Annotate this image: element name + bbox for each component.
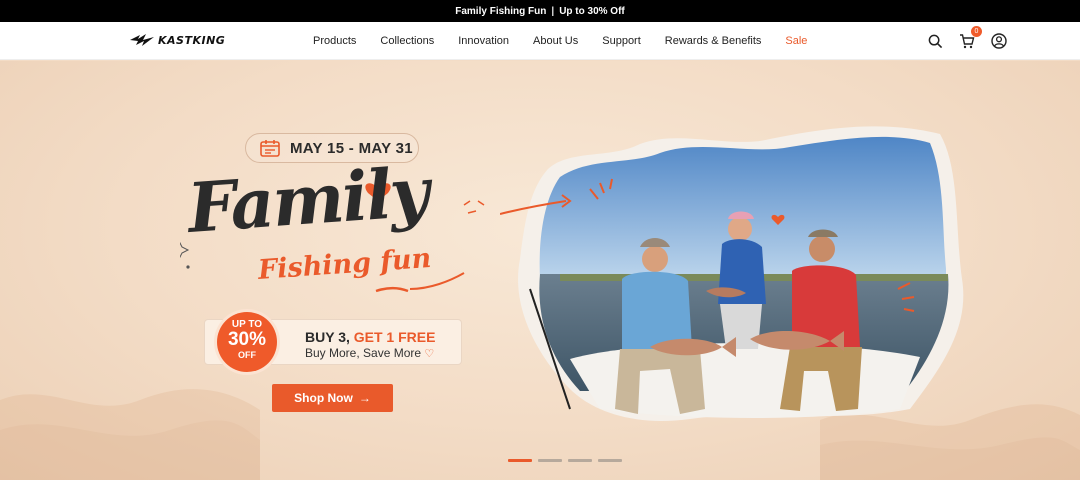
shop-now-button[interactable]: Shop Now → [272, 384, 393, 412]
search-icon[interactable] [926, 32, 944, 50]
brand-logo[interactable]: KASTKING [130, 33, 225, 47]
carousel-dot-4[interactable] [598, 459, 622, 462]
nav-innovation[interactable]: Innovation [458, 35, 509, 47]
discount-badge: UP TO 30% OFF [217, 312, 277, 372]
shop-now-label: Shop Now [294, 391, 353, 405]
announcement-bar[interactable]: Family Fishing Fun | Up to 30% Off [0, 0, 1080, 22]
nav-rewards[interactable]: Rewards & Benefits [665, 35, 762, 47]
discount-badge-bottom: OFF [238, 350, 256, 360]
carousel-dot-3[interactable] [568, 459, 592, 462]
decorative-wave-left [0, 389, 260, 480]
hero-family-photo [500, 126, 964, 421]
nav-collections[interactable]: Collections [380, 35, 434, 47]
site-header: KASTKING Products Collections Innovation… [0, 22, 1080, 60]
carousel-dot-2[interactable] [538, 459, 562, 462]
hero-banner[interactable]: MAY 15 - MAY 31 Family Fishing fun UP TO… [0, 61, 1080, 480]
offer-headline: BUY 3, GET 1 FREE [305, 329, 435, 345]
announcement-left: Family Fishing Fun [455, 5, 547, 17]
header-actions: 0 [926, 22, 1008, 60]
main-nav: Products Collections Innovation About Us… [313, 22, 831, 60]
logo-icon [130, 34, 154, 46]
offer-sub-text: Buy More, Save More [305, 346, 422, 360]
hero-title-block: Family Fishing fun [180, 152, 510, 309]
hero-title: Family [185, 152, 430, 249]
heart-icon: ♡ [424, 348, 435, 360]
account-icon[interactable] [990, 32, 1008, 50]
discount-badge-value: 30% [227, 329, 267, 350]
carousel-indicators [508, 459, 622, 462]
nav-sale[interactable]: Sale [785, 35, 807, 47]
offer-card: UP TO 30% OFF BUY 3, GET 1 FREE Buy More… [204, 312, 462, 372]
carousel-dot-1[interactable] [508, 459, 532, 462]
nav-products[interactable]: Products [313, 35, 356, 47]
announcement-separator: | [551, 5, 555, 17]
offer-subline: Buy More, Save More ♡ [305, 346, 434, 360]
nav-about-us[interactable]: About Us [533, 35, 578, 47]
announcement-right: Up to 30% Off [559, 5, 625, 17]
offer-prefix: BUY 3, [305, 329, 354, 345]
cart-icon[interactable]: 0 [958, 26, 982, 50]
calendar-icon [260, 140, 280, 157]
offer-highlight: GET 1 FREE [353, 329, 436, 345]
brand-name: KASTKING [158, 33, 226, 47]
cart-count-badge: 0 [971, 26, 982, 37]
arrow-right-icon: → [358, 391, 371, 405]
nav-support[interactable]: Support [602, 35, 641, 47]
